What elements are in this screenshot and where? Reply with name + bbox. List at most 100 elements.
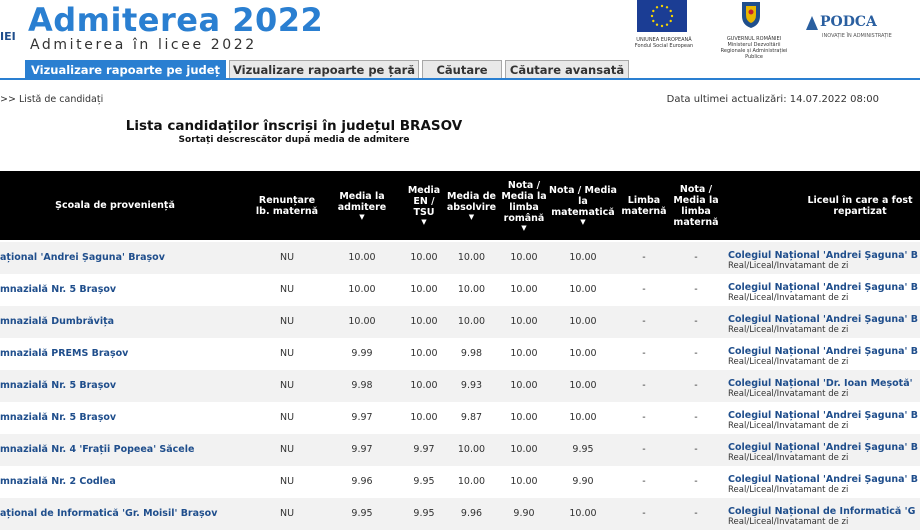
table-row: mnazială Nr. 2 Codlea NU 9.96 9.95 10.00 10.0… [0, 466, 920, 498]
media-absolvire-cell: 9.98 [460, 348, 483, 359]
liceu-link[interactable]: Colegiul Național 'Andrei Șaguna' B [728, 410, 918, 421]
limba-materna-cell: - [642, 412, 646, 423]
podca-mark-icon [806, 16, 818, 30]
col-media-admitere[interactable]: Media la admitere ▼ [322, 171, 402, 240]
eu-flag-logo [637, 0, 687, 32]
liceu-profile-text: Real/Liceal/Invatamant de zi [728, 389, 849, 399]
liceu-cell: Colegiul Național 'Dr. Ioan Meșotă' Real/… [728, 378, 913, 399]
media-en-cell: 10.00 [410, 252, 438, 263]
media-en-cell: 10.00 [410, 348, 438, 359]
site-title[interactable]: Admiterea 2022 [28, 1, 323, 39]
table-row: ațional de Informatică 'Gr. Moisil' Braș… [0, 498, 920, 530]
renuntare-cell: NU [279, 412, 295, 423]
renuntare-cell: NU [279, 284, 295, 295]
media-en-cell: 10.00 [410, 316, 438, 327]
col-liceu[interactable]: Liceul în care a fost repartizat [795, 171, 920, 240]
school-name-cell[interactable]: mnazială Nr. 2 Codlea [0, 466, 116, 498]
limba-materna-cell: - [642, 380, 646, 391]
nota-mate-cell: 10.00 [569, 380, 597, 391]
nota-romana-cell: 10.00 [510, 476, 538, 487]
renuntare-cell: NU [279, 380, 295, 391]
col-media-absolvire[interactable]: Media de absolvire ▼ [444, 171, 499, 240]
media-admitere-cell: 9.97 [351, 412, 373, 423]
media-admitere-cell: 9.99 [351, 348, 373, 359]
col-nota-mate[interactable]: Nota / Media la matematică ▼ [548, 171, 618, 240]
romania-coat-of-arms-logo [742, 2, 760, 28]
liceu-cell: Colegiul Național 'Andrei Șaguna' B Real/… [728, 474, 918, 495]
col-media-en[interactable]: Media EN / TSU ▼ [404, 171, 444, 240]
school-name-cell[interactable]: ațional 'Andrei Șaguna' Brașov [0, 242, 165, 274]
nota-romana-cell: 10.00 [510, 316, 538, 327]
school-name-cell[interactable]: mnazială Nr. 5 Brașov [0, 274, 116, 306]
liceu-profile-text: Real/Liceal/Invatamant de zi [728, 357, 849, 367]
school-name-cell[interactable]: mnazială PREMS Brașov [0, 338, 128, 370]
col-school[interactable]: Școala de proveniență [40, 171, 190, 240]
site-subtitle: Admiterea în licee 2022 [30, 37, 257, 53]
renuntare-cell: NU [279, 348, 295, 359]
media-absolvire-cell: 9.87 [460, 412, 483, 423]
liceu-profile-text: Real/Liceal/Invatamant de zi [728, 517, 849, 527]
col-nota-romana[interactable]: Nota / Media la limba română ▼ [500, 171, 548, 240]
table-row: mnazială Nr. 5 Brașov NU 9.98 10.00 9.93 10.0… [0, 370, 920, 402]
nota-materna-cell: - [694, 380, 698, 391]
sort-desc-icon[interactable]: ▼ [359, 213, 364, 221]
limba-materna-cell: - [642, 444, 646, 455]
media-admitere-cell: 9.95 [351, 508, 373, 519]
nota-mate-cell: 10.00 [569, 412, 597, 423]
sort-arrow-icon[interactable]: ▼ [421, 219, 426, 226]
media-admitere-cell: 10.00 [348, 284, 376, 295]
last-update-text: Data ultimei actualizări: 14.07.2022 08:… [666, 94, 879, 105]
breadcrumb[interactable]: >> Listă de candidați [0, 94, 103, 105]
media-en-cell: 9.97 [413, 444, 435, 455]
podca-logo: PODCA [820, 14, 877, 30]
media-absolvire-cell: 10.00 [457, 316, 486, 327]
liceu-cell: Colegiul Național 'Andrei Șaguna' B Real/… [728, 346, 918, 367]
media-absolvire-cell: 10.00 [457, 252, 486, 263]
col-limba-materna[interactable]: Limba maternă [620, 171, 668, 240]
liceu-link[interactable]: Colegiul Național 'Andrei Șaguna' B [728, 250, 918, 261]
liceu-link[interactable]: Colegiul Național 'Dr. Ioan Meșotă' [728, 378, 913, 389]
media-absolvire-cell: 9.93 [460, 380, 483, 391]
school-name-cell[interactable]: mnazială Dumbrăvița [0, 306, 114, 338]
nota-romana-cell: 10.00 [510, 380, 538, 391]
table-row: mnazială Nr. 4 'Frații Popeea' Săcele NU 9… [0, 434, 920, 466]
liceu-cell: Colegiul Național 'Andrei Șaguna' B Real/… [728, 250, 918, 271]
table-row: mnazială PREMS Brașov NU 9.99 10.00 9.98 10.0… [0, 338, 920, 370]
nota-materna-cell: - [694, 348, 698, 359]
liceu-link[interactable]: Colegiul Național de Informatică 'G [728, 506, 915, 517]
liceu-link[interactable]: Colegiul Național 'Andrei Șaguna' B [728, 442, 918, 453]
sort-arrow-icon[interactable]: ▼ [580, 219, 585, 226]
col-nota-materna[interactable]: Nota / Media la limba maternă [670, 171, 722, 240]
media-admitere-cell: 9.97 [351, 444, 373, 455]
tab-country-reports[interactable]: Vizualizare rapoarte pe țară [229, 60, 419, 78]
liceu-link[interactable]: Colegiul Național 'Andrei Șaguna' B [728, 346, 918, 357]
tab-advanced-search[interactable]: Căutare avansată [505, 60, 629, 78]
school-name-cell[interactable]: mnazială Nr. 5 Brașov [0, 370, 116, 402]
col-renuntare[interactable]: Renunțare lb. maternă [252, 171, 322, 240]
sort-arrow-icon[interactable]: ▼ [469, 213, 474, 221]
table-row: ațional 'Andrei Șaguna' Brașov NU 10.00 10.… [0, 242, 920, 274]
sort-arrow-icon[interactable]: ▼ [521, 224, 526, 232]
table-row: mnazială Nr. 5 Brașov NU 9.97 10.00 9.87 10.0… [0, 402, 920, 434]
media-en-cell: 10.00 [410, 284, 438, 295]
liceu-cell: Colegiul Național de Informatică 'G Real/… [728, 506, 915, 527]
school-name-cell[interactable]: ațional de Informatică 'Gr. Moisil' Braș… [0, 498, 217, 530]
nota-materna-cell: - [694, 316, 698, 327]
nota-romana-cell: 10.00 [510, 412, 538, 423]
nota-mate-cell: 9.95 [572, 444, 594, 455]
nota-mate-cell: 10.00 [569, 348, 597, 359]
tab-county-reports[interactable]: Vizualizare rapoarte pe județ [25, 60, 226, 79]
liceu-link[interactable]: Colegiul Național 'Andrei Șaguna' B [728, 474, 918, 485]
liceu-link[interactable]: Colegiul Național 'Andrei Șaguna' B [728, 282, 918, 293]
renuntare-cell: NU [279, 316, 295, 327]
liceu-profile-text: Real/Liceal/Invatamant de zi [728, 453, 849, 463]
tab-search[interactable]: Căutare [422, 60, 502, 78]
limba-materna-cell: - [642, 316, 646, 327]
media-absolvire-cell: 10.00 [457, 476, 486, 487]
nota-romana-cell: 10.00 [510, 284, 538, 295]
school-name-cell[interactable]: mnazială Nr. 5 Brașov [0, 402, 116, 434]
school-name-cell[interactable]: mnazială Nr. 4 'Frații Popeea' Săcele [0, 434, 194, 466]
renuntare-cell: NU [279, 508, 295, 519]
liceu-link[interactable]: Colegiul Național 'Andrei Șaguna' B [728, 314, 918, 325]
limba-materna-cell: - [642, 348, 646, 359]
